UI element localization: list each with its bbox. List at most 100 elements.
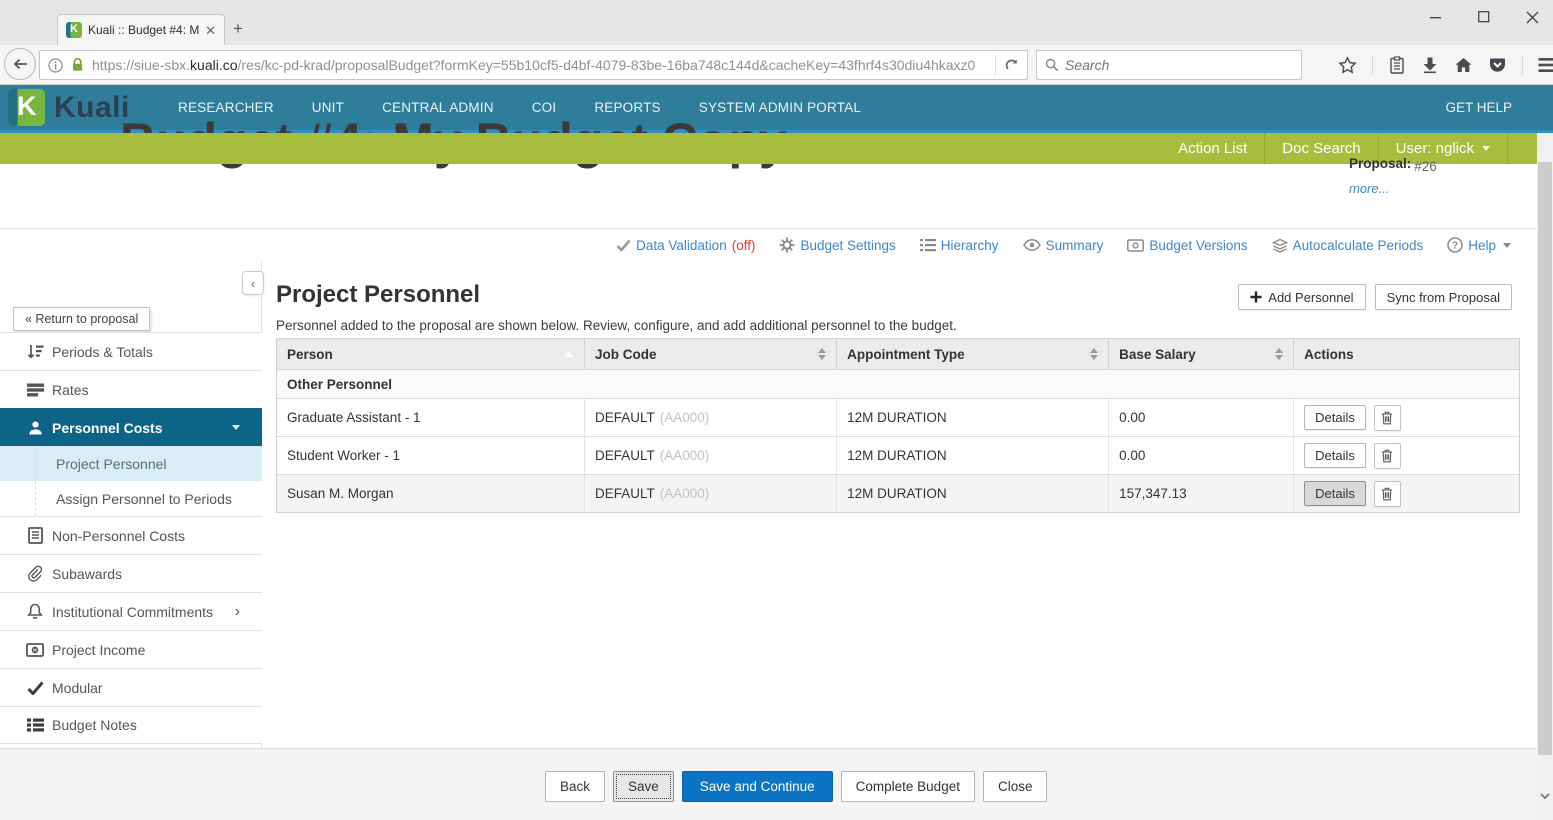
scroll-down-arrow-icon[interactable] — [1540, 793, 1550, 800]
screen: K Kuali :: Budget #4: My Budge ✕ + https… — [0, 0, 1553, 820]
maximize-icon[interactable] — [1478, 11, 1490, 23]
sidebar-item-modular[interactable]: Modular — [0, 668, 262, 706]
delete-button[interactable] — [1374, 443, 1401, 469]
reading-list-icon[interactable] — [1388, 56, 1406, 75]
document-toolbar: Data Validation (off) Budget Settings Hi… — [616, 234, 1511, 256]
question-icon: ? — [1447, 237, 1463, 253]
cell-person: Student Worker - 1 — [277, 437, 585, 474]
autocalculate-periods-button[interactable]: Autocalculate Periods — [1272, 238, 1424, 253]
trash-icon — [1381, 411, 1393, 425]
check-icon — [26, 679, 44, 697]
save-button[interactable]: Save — [613, 771, 674, 802]
data-validation-button[interactable]: Data Validation (off) — [616, 238, 755, 253]
cell-job-code: DEFAULT(AA000) — [585, 399, 837, 436]
sidebar-item-institutional-commitments[interactable]: Institutional Commitments › — [0, 592, 262, 630]
sidebar-item-rates[interactable]: Rates — [0, 370, 262, 408]
minimize-icon[interactable] — [1430, 11, 1442, 23]
search-bar[interactable] — [1036, 50, 1302, 80]
column-header-appointment-type[interactable]: Appointment Type — [837, 339, 1109, 369]
details-button[interactable]: Details — [1304, 405, 1366, 430]
banknote-icon — [1127, 239, 1144, 252]
complete-budget-button[interactable]: Complete Budget — [841, 771, 975, 802]
back-button-footer[interactable]: Back — [545, 771, 605, 802]
cell-base-salary: 157,347.13 — [1109, 475, 1294, 512]
return-to-proposal-button[interactable]: « Return to proposal — [13, 307, 150, 331]
more-link[interactable]: more... — [1349, 181, 1389, 196]
kuali-logo-icon[interactable]: K — [8, 89, 45, 126]
details-button[interactable]: Details — [1304, 443, 1366, 468]
delete-button[interactable] — [1374, 405, 1401, 431]
rows-icon — [26, 381, 44, 399]
sync-from-proposal-button[interactable]: Sync from Proposal — [1375, 284, 1512, 310]
sidebar-collapse-button[interactable]: ‹ — [242, 271, 264, 295]
sidebar-item-non-personnel-costs[interactable]: Non-Personnel Costs — [0, 516, 262, 554]
close-button[interactable]: Close — [983, 771, 1048, 802]
check-icon — [616, 239, 631, 252]
save-and-continue-button[interactable]: Save and Continue — [682, 771, 833, 802]
sidebar-item-budget-notes[interactable]: Budget Notes — [0, 706, 262, 744]
scrollbar-thumb[interactable] — [1538, 162, 1552, 755]
home-icon[interactable] — [1454, 56, 1473, 74]
downloads-icon[interactable] — [1421, 56, 1439, 74]
cell-appointment-type: 12M DURATION — [837, 437, 1109, 474]
chevron-down-icon — [1503, 243, 1511, 248]
toolbar-separator — [1372, 55, 1373, 75]
url-text: https://siue-sbx.kuali.co/res/kc-pd-krad… — [92, 57, 988, 73]
bookmark-star-icon[interactable] — [1338, 56, 1357, 75]
paperclip-icon — [26, 565, 44, 583]
budget-settings-button[interactable]: Budget Settings — [779, 237, 895, 253]
browser-toolbar: https://siue-sbx.kuali.co/res/kc-pd-krad… — [0, 45, 1553, 85]
sidebar-item-project-income[interactable]: 0 Project Income — [0, 630, 262, 668]
menu-hamburger-icon[interactable] — [1538, 57, 1553, 73]
sidebar-item-periods-totals[interactable]: Periods & Totals — [0, 332, 262, 370]
pocket-icon[interactable] — [1488, 56, 1507, 74]
add-personnel-button[interactable]: Add Personnel — [1238, 284, 1365, 310]
kuali-favicon-icon: K — [66, 22, 82, 38]
sidebar-item-project-personnel[interactable]: Project Personnel — [0, 446, 262, 481]
get-help-link[interactable]: GET HELP — [1445, 85, 1512, 130]
new-tab-button[interactable]: + — [233, 19, 243, 39]
back-button[interactable] — [4, 48, 36, 80]
tab-close-icon[interactable]: ✕ — [205, 24, 216, 37]
cell-appointment-type: 12M DURATION — [837, 399, 1109, 436]
search-input[interactable] — [1065, 57, 1265, 73]
action-list-link[interactable]: Action List — [1161, 133, 1264, 164]
column-header-job-code[interactable]: Job Code — [585, 339, 837, 369]
column-header-base-salary[interactable]: Base Salary — [1109, 339, 1294, 369]
sidebar-item-assign-personnel[interactable]: Assign Personnel to Periods — [0, 481, 262, 516]
sidebar-item-subawards[interactable]: Subawards — [0, 554, 262, 592]
document-icon — [26, 527, 44, 545]
eye-icon — [1023, 239, 1041, 251]
reload-button[interactable] — [995, 55, 1019, 75]
budget-versions-button[interactable]: Budget Versions — [1127, 238, 1247, 253]
column-header-person[interactable]: Person — [277, 339, 585, 369]
toolbar-separator — [1522, 55, 1523, 75]
window-titlebar: K Kuali :: Budget #4: My Budge ✕ + — [0, 0, 1553, 45]
cell-person: Graduate Assistant - 1 — [277, 399, 585, 436]
browser-tab[interactable]: K Kuali :: Budget #4: My Budge ✕ — [57, 14, 225, 45]
summary-button[interactable]: Summary — [1023, 238, 1104, 253]
cell-actions: Details — [1294, 475, 1519, 512]
delete-button[interactable] — [1374, 481, 1401, 507]
chevron-down-icon — [232, 425, 240, 430]
bell-icon — [26, 603, 44, 621]
sidebar-item-personnel-costs[interactable]: Personnel Costs — [0, 408, 262, 446]
page-title: Project Personnel — [276, 281, 480, 309]
sort-ascending-icon — [564, 351, 574, 357]
site-info-icon[interactable] — [48, 58, 63, 73]
details-button[interactable]: Details — [1304, 481, 1366, 506]
table-row: Susan M. Morgan DEFAULT(AA000) 12M DURAT… — [277, 474, 1519, 512]
list-icon — [26, 716, 44, 734]
proposal-number: #26 — [1414, 159, 1437, 174]
address-bar[interactable]: https://siue-sbx.kuali.co/res/kc-pd-krad… — [39, 50, 1028, 80]
page-description: Personnel added to the proposal are show… — [276, 318, 957, 333]
vertical-scrollbar[interactable] — [1537, 133, 1553, 820]
table-header: Person Job Code Appointment Type Base Sa… — [277, 339, 1519, 369]
close-icon[interactable] — [1526, 11, 1539, 24]
search-icon — [1045, 58, 1059, 72]
help-menu[interactable]: ? Help — [1447, 237, 1511, 253]
cell-appointment-type: 12M DURATION — [837, 475, 1109, 512]
hierarchy-button[interactable]: Hierarchy — [920, 238, 999, 253]
chevron-down-icon — [1482, 146, 1490, 151]
svg-text:?: ? — [1452, 241, 1458, 252]
